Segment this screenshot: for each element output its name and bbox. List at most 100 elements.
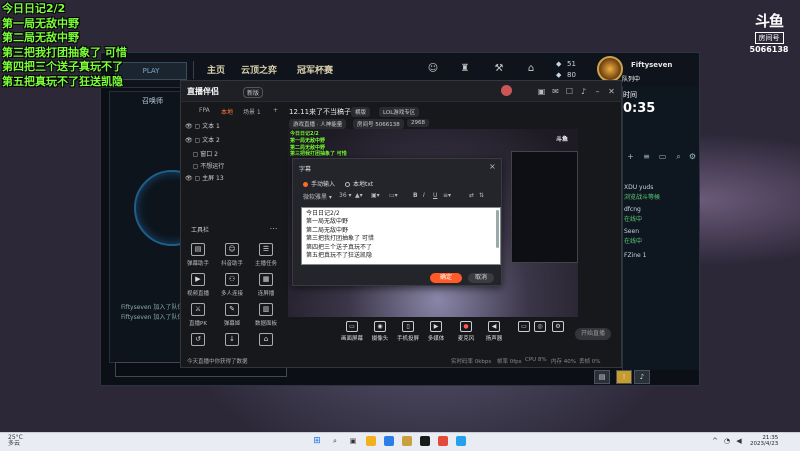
underline-icon[interactable]: U [433, 192, 437, 199]
background-color-icon[interactable]: ▭▾ [389, 192, 398, 199]
task-view-icon[interactable]: ▣ [348, 436, 358, 446]
channel-pill[interactable]: 游戏直播 · 人神能量 [289, 119, 347, 129]
stream-title[interactable]: 12.11来了不当稿子! [289, 107, 354, 117]
speaker[interactable]: ◀ 扬声器 [480, 321, 508, 342]
user-avatar-icon[interactable] [501, 85, 512, 96]
tray-chevron-icon[interactable]: ^ [710, 436, 720, 446]
confirm-button[interactable]: 确定 [430, 273, 462, 283]
close-icon[interactable]: ✕ [607, 87, 616, 96]
font-family-select[interactable]: 微软雅黑 ▾ [303, 192, 332, 201]
scene-tab-fpa[interactable]: FPA [199, 107, 210, 114]
scene-item[interactable]: ▢ 窗口 2 [185, 149, 218, 158]
align-icon[interactable]: ≡▾ [443, 192, 451, 199]
taskbar-weather[interactable]: 25°C 多云 [8, 435, 23, 447]
source-media[interactable]: ▶ 多媒体 [422, 321, 450, 342]
tool-more[interactable]: ⌂ [249, 333, 283, 349]
more-tools-icon[interactable]: ⋯ [269, 224, 278, 233]
font-size-select[interactable]: 36 ▾ [339, 192, 352, 199]
nav-home[interactable]: 主页 [207, 63, 225, 76]
tool-danmu-helper[interactable]: ▤ 弹幕助手 [181, 243, 215, 267]
summoner-name: Fiftyseven [631, 61, 673, 69]
scene-item[interactable]: 👁 ▢ 文本 1 [185, 121, 220, 130]
color-picker-icon[interactable]: ▲▾ [355, 192, 363, 199]
subtitle-text-editor[interactable]: 今日日记2/2 第一局无敌中野 第二局无敌中野 第三把我打团抽象了 可惜 第四把… [301, 207, 501, 265]
category-pill[interactable]: LOL游戏专区 [379, 107, 420, 117]
app-icon[interactable] [438, 436, 448, 446]
volume-icon[interactable]: ◀ [734, 436, 744, 446]
cancel-button[interactable]: 取消 [468, 273, 494, 283]
tool-data-panel[interactable]: ▥ 数据面板 [249, 303, 283, 327]
tool-live-pk[interactable]: ⚔ 直播PK [181, 303, 215, 327]
app-icon[interactable] [456, 436, 466, 446]
mail-icon[interactable]: ☐ [565, 87, 574, 96]
tool-streamer-task[interactable]: ☰ 主播任务 [249, 243, 283, 267]
mission-icon[interactable]: ! [616, 370, 632, 384]
media-icon: ▶ [430, 321, 442, 332]
scene-item[interactable]: 👁 ▢ 主屏 13 [185, 173, 224, 182]
tool-replay[interactable]: ↺ [181, 333, 215, 349]
clock-date: 2023/4/23 [750, 441, 779, 447]
tool-multi-link[interactable]: ⚇ 多人连接 [215, 273, 249, 297]
taskbar-clock[interactable]: 21:35 2023/4/23 [750, 435, 778, 447]
scroll-text-icon[interactable]: ⇄ [469, 192, 474, 199]
search-icon[interactable]: ⌕ [674, 152, 683, 161]
tool-douyin-helper[interactable]: ☺ 抖音助手 [215, 243, 249, 267]
italic-icon[interactable]: I [423, 192, 425, 199]
source-screen[interactable]: ▭ 画面屏幕 [338, 321, 366, 342]
stroke-color-icon[interactable]: ▣▾ [371, 192, 380, 199]
scene-item[interactable]: ▢ 不想运行 [185, 161, 225, 170]
source-camera[interactable]: ◉ 摄像头 [366, 321, 394, 342]
summoner-avatar[interactable] [597, 56, 623, 82]
profile-icon[interactable]: ☺ [427, 63, 439, 75]
network-icon[interactable]: ◔ [722, 436, 732, 446]
scene-tab-scene1[interactable]: 场景 1 [243, 107, 261, 116]
league-client-icon[interactable] [402, 436, 412, 446]
collection-icon[interactable]: ♜ [459, 63, 471, 75]
streaming-companion-icon[interactable] [420, 436, 430, 446]
chat-icon[interactable]: ▤ [594, 370, 610, 384]
file-explorer-icon[interactable] [366, 436, 376, 446]
add-friend-icon[interactable]: + [626, 152, 635, 161]
friend-item[interactable]: Seen [624, 228, 639, 235]
microphone[interactable]: ● 麦克风 [452, 321, 480, 342]
start-live-button[interactable]: 开始直播 [575, 328, 611, 340]
search-taskbar-icon[interactable]: ⌕ [330, 436, 340, 446]
sort-icon[interactable]: ≡ [642, 152, 651, 161]
editor-scrollbar[interactable] [496, 210, 499, 248]
tool-icon: ↓ [225, 333, 239, 346]
edge-icon[interactable] [384, 436, 394, 446]
radio-local-txt[interactable]: 本地txt [345, 179, 373, 188]
tool-icon: ✎ [225, 303, 239, 316]
friend-item[interactable]: XDU yuds [624, 184, 653, 191]
vertical-text-icon[interactable]: ⇅ [479, 192, 484, 199]
tool-screen-link[interactable]: ▦ 连屏播 [249, 273, 283, 297]
voice-icon[interactable]: ♪ [634, 370, 650, 384]
store-icon[interactable]: ⌂ [525, 63, 537, 75]
add-scene-icon[interactable]: + [273, 107, 278, 114]
bold-icon[interactable]: B [413, 192, 418, 199]
scene-item[interactable]: 👁 ▢ 文本 2 [185, 135, 220, 144]
nav-tft[interactable]: 云顶之弈 [241, 63, 277, 76]
message-icon[interactable]: ✉ [551, 87, 560, 96]
settings-icon[interactable]: ⚙ [688, 152, 697, 161]
gift-icon[interactable]: ▣ [537, 87, 546, 96]
friend-item[interactable]: FZine 1 [624, 252, 646, 259]
source-phone[interactable]: ▯ 手机投屏 [394, 321, 422, 342]
minimize-icon[interactable]: – [593, 87, 602, 96]
scene-tab-local[interactable]: 本地 [221, 107, 233, 116]
bell-icon[interactable]: ♪ [579, 87, 588, 96]
nav-clash[interactable]: 冠军杯赛 [297, 63, 333, 76]
tool-icon: ☰ [259, 243, 273, 256]
dialog-close-icon[interactable]: × [489, 162, 496, 171]
scene-item-label: 文本 1 [202, 123, 220, 130]
gear-icon[interactable]: ⚙ [544, 321, 572, 334]
tool-danmu-ji[interactable]: ✎ 弹幕姬 [215, 303, 249, 327]
folder-icon[interactable]: ▭ [658, 152, 667, 161]
tool-video-live[interactable]: ▶ 视频直播 [181, 273, 215, 297]
radio-manual-input[interactable]: 手动输入 [303, 179, 335, 188]
loot-icon[interactable]: ⚒ [493, 63, 505, 75]
tool-download[interactable]: ↓ [215, 333, 249, 349]
layout-pill[interactable]: 横版 [351, 107, 371, 117]
friend-item[interactable]: dfcng [624, 206, 641, 213]
start-icon[interactable]: ⊞ [312, 436, 322, 446]
